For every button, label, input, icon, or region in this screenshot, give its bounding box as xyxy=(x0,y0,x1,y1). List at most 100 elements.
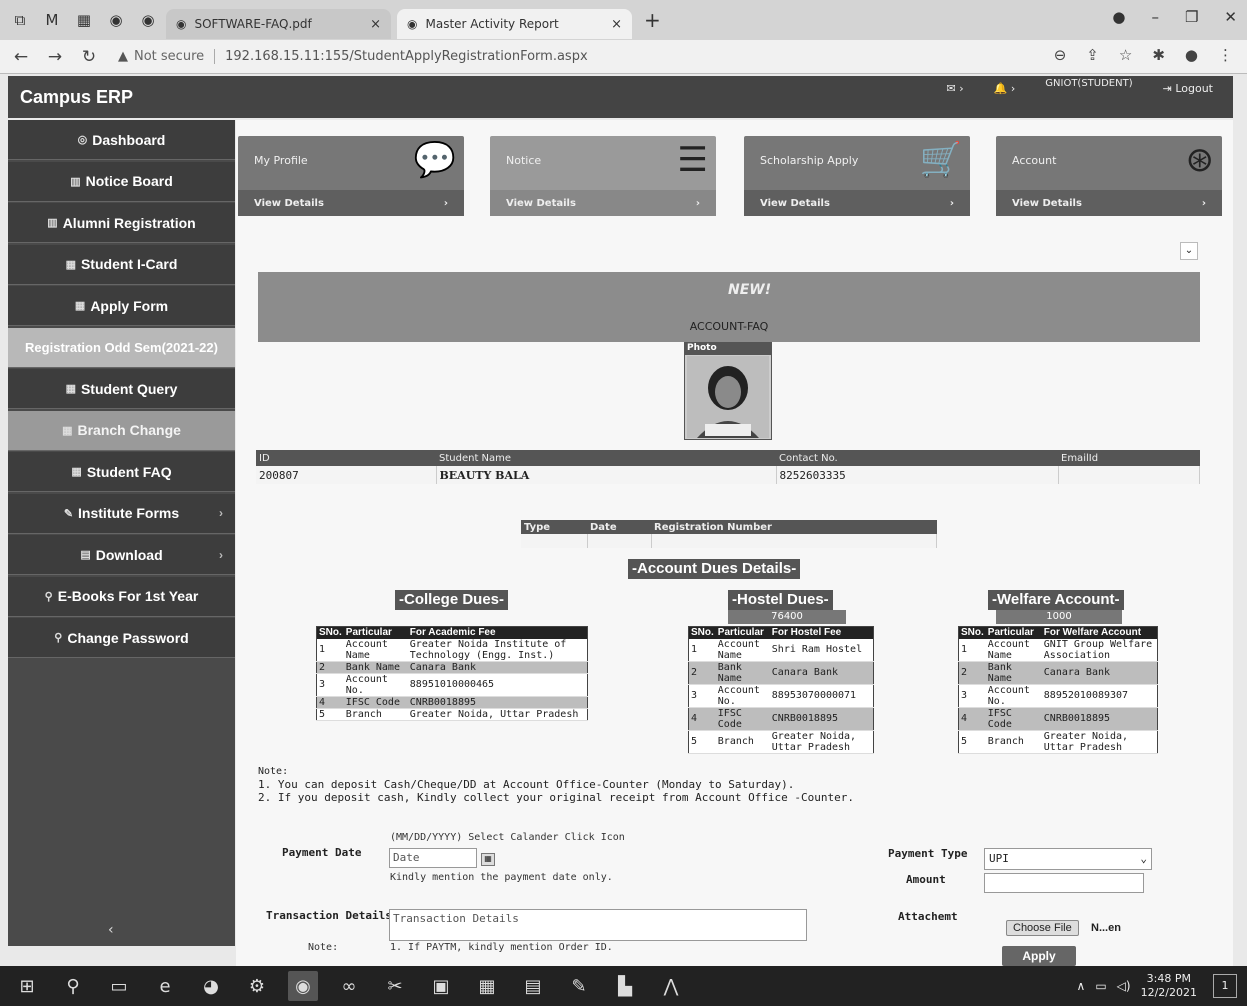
brand-title[interactable]: Campus ERP xyxy=(20,87,133,108)
payment-date-input[interactable]: Date xyxy=(389,848,477,868)
sidebar-item-student-icard[interactable]: ▦ Student I-Card xyxy=(8,244,235,285)
payment-type-select[interactable]: UPI ⌄ xyxy=(984,848,1152,870)
firefox-icon[interactable]: ◕ xyxy=(196,971,226,1001)
profile-icon[interactable]: ● xyxy=(1112,8,1125,26)
windows-start-icon[interactable]: ⊞ xyxy=(12,971,42,1001)
gmail-tab-icon[interactable]: M xyxy=(40,8,64,32)
sidebar-item-student-query[interactable]: ▦ Student Query xyxy=(8,369,235,409)
user-name[interactable]: GNIOT(STUDENT) xyxy=(1045,78,1132,89)
column-header: Type xyxy=(521,520,587,534)
sidebar-item-download[interactable]: ▤ Download › xyxy=(8,535,235,575)
search-icon[interactable]: ⚲ xyxy=(58,971,88,1001)
app-icon[interactable]: ▙ xyxy=(610,971,640,1001)
share-icon[interactable]: ⇪ xyxy=(1086,46,1099,64)
clock[interactable]: 3:48 PM 12/2/2021 xyxy=(1141,972,1197,1000)
network-icon[interactable]: ▭ xyxy=(1095,979,1106,993)
card-footer[interactable]: View Details › xyxy=(490,190,716,216)
notification-center-icon[interactable]: 1 xyxy=(1213,974,1237,998)
view-details-link[interactable]: View Details xyxy=(1012,198,1082,209)
tab-close-icon[interactable]: × xyxy=(370,17,381,32)
back-icon[interactable]: ← xyxy=(8,47,34,67)
sidebar-item-notice-board[interactable]: ▥ Notice Board xyxy=(8,161,235,202)
zoom-icon[interactable]: ⊖ xyxy=(1054,46,1067,64)
view-details-link[interactable]: View Details xyxy=(506,198,576,209)
sidebar-item-branch-change[interactable]: ▦ Branch Change xyxy=(8,410,235,451)
settings-icon[interactable]: ⚙ xyxy=(242,971,272,1001)
url-field[interactable]: ▲ Not secure 192.168.15.11:155/StudentAp… xyxy=(118,49,588,64)
chevron-up-icon[interactable]: ∧ xyxy=(1077,979,1086,993)
notifications-icon[interactable]: 🔔 › xyxy=(994,82,1016,95)
chrome-icon[interactable]: ◉ xyxy=(288,971,318,1001)
menu-icon[interactable]: ⋮ xyxy=(1218,46,1233,64)
app-icon[interactable]: ▤ xyxy=(518,971,548,1001)
card-scholarship-apply[interactable]: Scholarship Apply 🛒 View Details › xyxy=(744,136,970,216)
sidebar-item-student-faq[interactable]: ▦ Student FAQ xyxy=(8,452,235,492)
excel-icon[interactable]: ▦ xyxy=(472,971,502,1001)
tab-close-icon[interactable]: × xyxy=(611,17,622,32)
transaction-details-textarea[interactable]: Transaction Details xyxy=(389,909,807,941)
student-photo-image xyxy=(687,356,769,438)
bookmark-star-icon[interactable]: ☆ xyxy=(1119,46,1132,64)
edge-icon[interactable]: e xyxy=(150,971,180,1001)
tab-master-activity-report[interactable]: ◉ Master Activity Report × xyxy=(397,9,632,39)
tab-software-faq[interactable]: ◉ SOFTWARE-FAQ.pdf × xyxy=(166,9,391,39)
hostel-dues-title: -Hostel Dues- xyxy=(728,590,833,610)
note-line: 2. If you deposit cash, Kindly collect y… xyxy=(258,791,855,804)
pinned-chrome-tab-icon[interactable]: ◉ xyxy=(104,8,128,32)
logout-link[interactable]: ⇥ Logout xyxy=(1163,82,1213,95)
card-footer[interactable]: View Details › xyxy=(996,190,1222,216)
app-icon[interactable]: ∞ xyxy=(334,971,364,1001)
card-notice[interactable]: Notice ☰ View Details › xyxy=(490,136,716,216)
account-faq-banner[interactable]: NEW! ACCOUNT-FAQ xyxy=(258,272,1200,342)
snipping-tool-icon[interactable]: ✂ xyxy=(380,971,410,1001)
sidebar-item-dashboard[interactable]: ◎ Dashboard xyxy=(8,120,235,160)
student-id: 200807 xyxy=(256,466,437,484)
pdf-icon[interactable]: ⋀ xyxy=(656,971,686,1001)
reload-icon[interactable]: ↻ xyxy=(76,47,102,67)
date-format-hint: (MM/DD/YYYY) Select Calander Click Icon xyxy=(390,832,625,843)
restore-icon[interactable]: ❐ xyxy=(1185,8,1198,26)
minimize-icon[interactable]: – xyxy=(1151,8,1159,26)
view-details-link[interactable]: View Details xyxy=(760,198,830,209)
pinned-tab-icon[interactable]: ▦ xyxy=(72,8,96,32)
close-window-icon[interactable]: ✕ xyxy=(1224,8,1237,26)
app-icon[interactable]: ▣ xyxy=(426,971,456,1001)
extensions-icon[interactable]: ✱ xyxy=(1152,46,1165,64)
card-footer[interactable]: View Details › xyxy=(238,190,464,216)
card-account[interactable]: Account ⊛ View Details › xyxy=(996,136,1222,216)
logout-icon: ⇥ xyxy=(1162,82,1176,95)
chevron-down-icon[interactable]: ⌄ xyxy=(1180,242,1198,260)
choose-file-button[interactable]: Choose File xyxy=(1006,920,1079,936)
cell: Greater Noida, Uttar Pradesh xyxy=(769,730,874,754)
messages-icon[interactable]: ✉ › xyxy=(947,82,964,95)
new-tab-button[interactable]: + xyxy=(644,8,661,32)
sidebar-item-registration[interactable]: Registration Odd Sem(2021-22) xyxy=(8,327,235,368)
apply-button[interactable]: Apply xyxy=(1002,946,1076,966)
sidebar-item-alumni-registration[interactable]: ▥ Alumni Registration xyxy=(8,203,235,243)
sidebar-item-institute-forms[interactable]: ✎ Institute Forms › xyxy=(8,493,235,534)
attachment-label: Attachemt xyxy=(898,910,958,923)
view-details-link[interactable]: View Details xyxy=(254,198,324,209)
taskbar: ⊞ ⚲ ▭ e ◕ ⚙ ◉ ∞ ✂ ▣ ▦ ▤ ✎ ▙ ⋀ ∧ ▭ ◁) 3:4… xyxy=(0,966,1247,1006)
chevron-right-icon: › xyxy=(219,506,223,520)
amount-input[interactable] xyxy=(984,873,1144,893)
sidebar-item-label: Download xyxy=(95,546,163,563)
sidebar-item-apply-form[interactable]: ▦ Apply Form xyxy=(8,286,235,326)
cell: Shri Ram Hostel xyxy=(769,638,874,662)
payment-type-value: UPI xyxy=(989,852,1009,865)
card-my-profile[interactable]: My Profile 💬 View Details › xyxy=(238,136,464,216)
banner-text[interactable]: ACCOUNT-FAQ xyxy=(258,320,1200,333)
tab-actions-icon[interactable]: ⧉ xyxy=(8,8,32,32)
pinned-chrome-tab-icon-2[interactable]: ◉ xyxy=(136,8,160,32)
card-footer[interactable]: View Details › xyxy=(744,190,970,216)
calendar-icon[interactable]: ▦ xyxy=(481,853,495,866)
file-explorer-icon[interactable]: ▭ xyxy=(104,971,134,1001)
forward-icon[interactable]: → xyxy=(42,47,68,67)
paint-icon[interactable]: ✎ xyxy=(564,971,594,1001)
volume-icon[interactable]: ◁) xyxy=(1117,979,1131,993)
sidebar-collapse-icon[interactable]: ‹ xyxy=(108,922,114,938)
warning-icon: ▲ xyxy=(118,49,128,64)
avatar[interactable]: ● xyxy=(1185,46,1198,64)
sidebar-item-change-password[interactable]: ⚲ Change Password xyxy=(8,618,235,658)
sidebar-item-ebooks[interactable]: ⚲ E-Books For 1st Year xyxy=(8,576,235,617)
